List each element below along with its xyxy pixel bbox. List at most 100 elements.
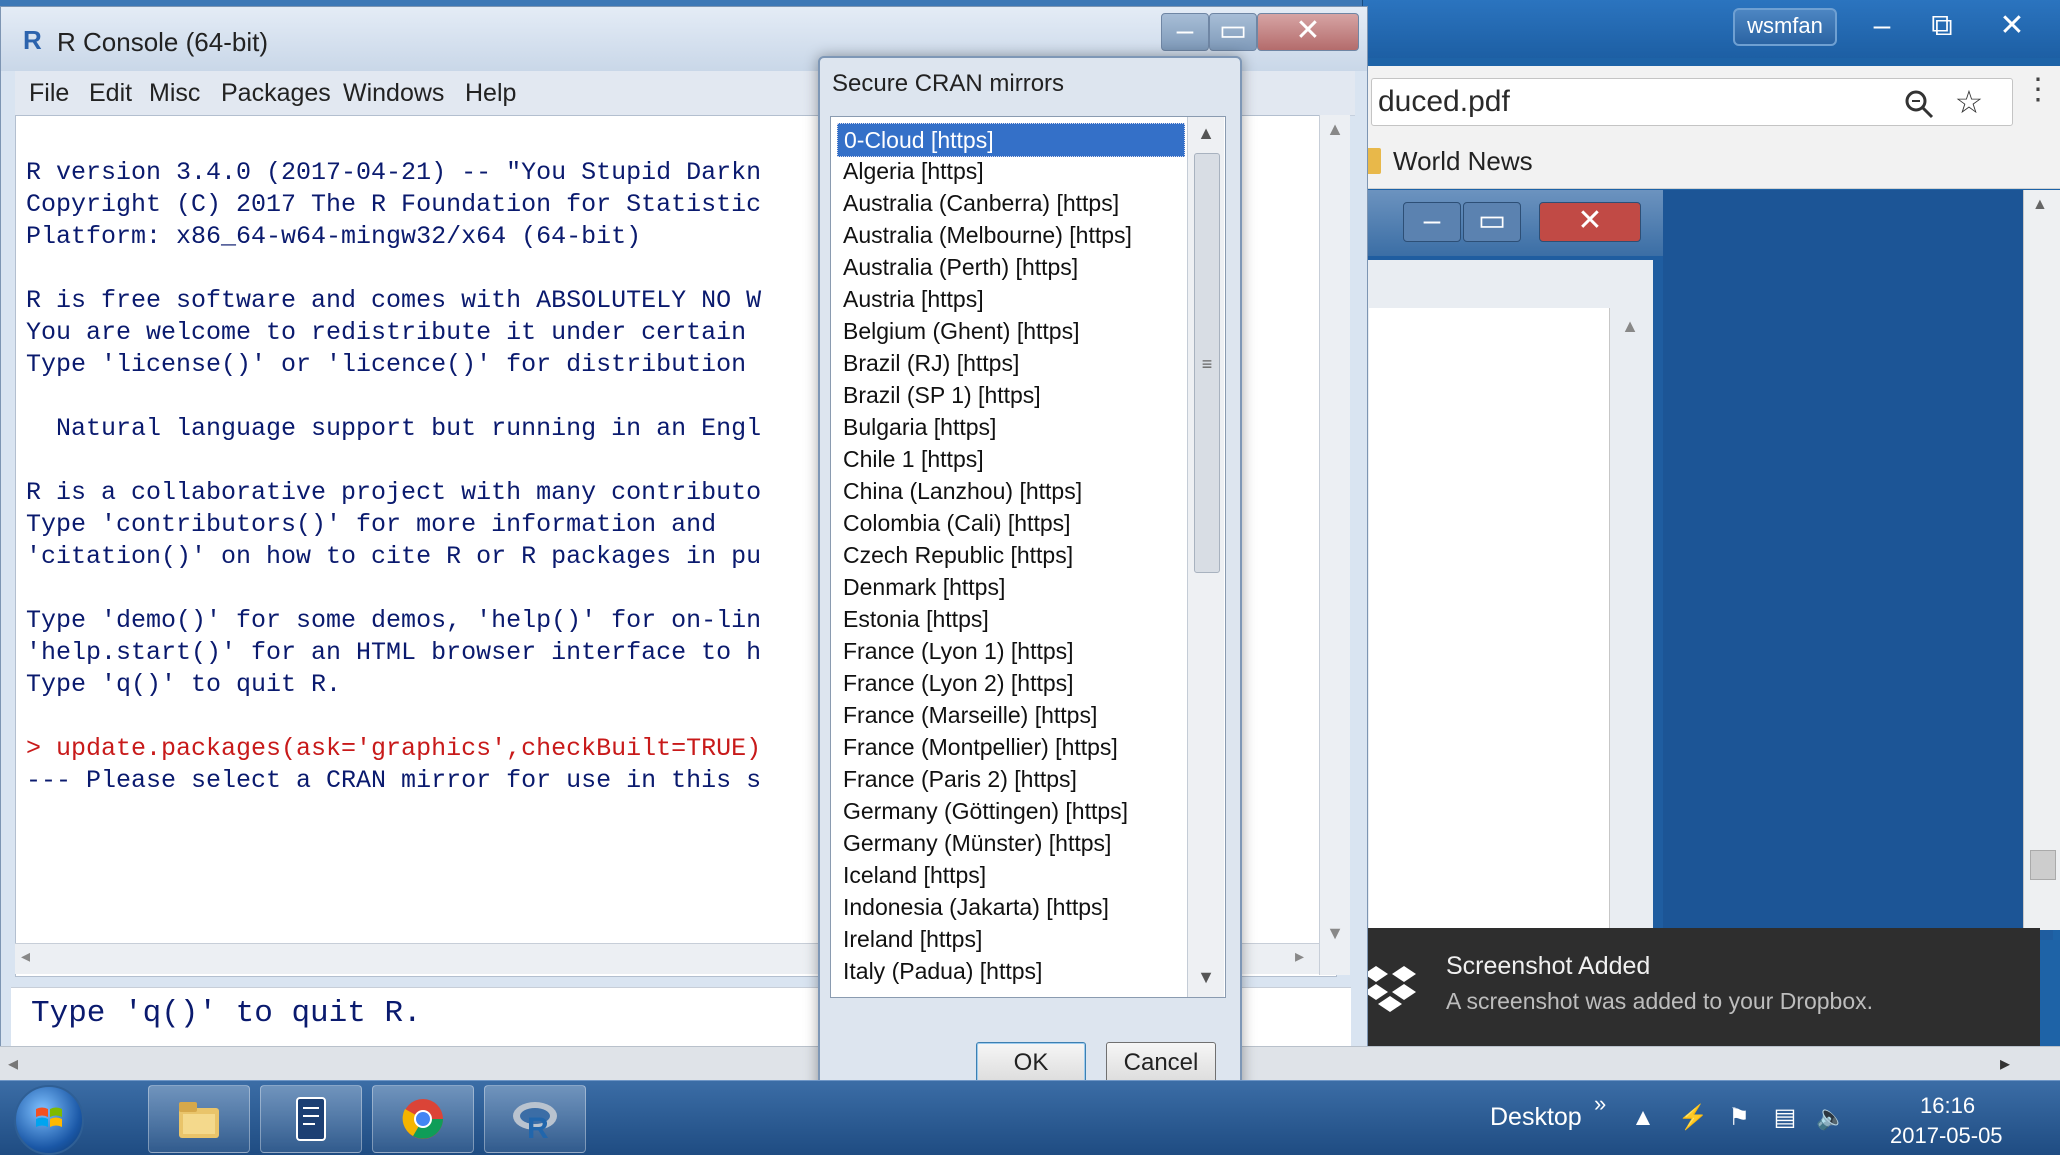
menu-help[interactable]: Help	[465, 79, 516, 108]
bookmark-star-icon[interactable]: ☆	[1952, 85, 1986, 119]
mirror-list-item[interactable]: Colombia (Cali) [https]	[837, 507, 1183, 539]
mirror-list-item[interactable]: Denmark [https]	[837, 571, 1183, 603]
scroll-thumb[interactable]	[2030, 850, 2056, 880]
scroll-down-arrow-icon[interactable]: ▼	[1196, 967, 1216, 988]
mirror-list-item[interactable]: Germany (Münster) [https]	[837, 827, 1183, 859]
mirror-list-item[interactable]: France (Paris 2) [https]	[837, 763, 1183, 795]
notepad-icon	[296, 1097, 326, 1141]
console-line: Type 'contributors()' for more informati…	[26, 510, 717, 539]
pdf-dark-panel	[1663, 190, 2053, 930]
mirror-list-item[interactable]: France (Montpellier) [https]	[837, 731, 1183, 763]
r-logo-icon: R	[23, 25, 42, 55]
minimize-button[interactable]: –	[1161, 13, 1209, 51]
scroll-up-arrow-icon[interactable]: ▲	[1324, 119, 1346, 140]
windows-logo-icon	[36, 1107, 62, 1127]
mirror-list-item[interactable]: Italy (Padua) [https]	[837, 955, 1183, 987]
ok-button[interactable]: OK	[976, 1042, 1086, 1084]
cancel-button[interactable]: Cancel	[1106, 1042, 1216, 1084]
volume-icon[interactable]: 🔈	[1816, 1103, 1846, 1133]
pdf-maximize-button[interactable]: ▭	[1463, 202, 1521, 242]
scroll-left-arrow-icon[interactable]: ◂	[8, 1051, 18, 1076]
menu-windows[interactable]: Windows	[343, 79, 444, 108]
mirror-list-item[interactable]: Ireland [https]	[837, 923, 1183, 955]
browser-restore-button[interactable]: ⧉	[1913, 8, 1971, 44]
mirror-list-scrollbar[interactable]: ▲ ≡ ▼	[1187, 117, 1224, 997]
mirror-list: 0-Cloud [https] Algeria [https] Australia …	[831, 117, 1187, 997]
mirror-list-item[interactable]: Czech Republic [https]	[837, 539, 1183, 571]
mirror-list-item[interactable]: Brazil (SP 1) [https]	[837, 379, 1183, 411]
show-hidden-icons-icon[interactable]: ▲	[1628, 1103, 1658, 1133]
taskbar-chrome[interactable]	[372, 1085, 474, 1153]
console-line: Type 'demo()' for some demos, 'help()' f…	[26, 606, 762, 635]
clock-time[interactable]: 16:16	[1920, 1093, 1975, 1119]
browser-minimize-button[interactable]: –	[1853, 8, 1911, 44]
mirror-list-item[interactable]: Estonia [https]	[837, 603, 1183, 635]
mirror-list-item[interactable]: Chile 1 [https]	[837, 443, 1183, 475]
scroll-thumb[interactable]: ≡	[1194, 153, 1220, 573]
console-line: Type 'q()' to quit R.	[26, 670, 342, 699]
mirror-list-item[interactable]: 0-Cloud [https]	[837, 123, 1185, 157]
pdf-close-button[interactable]: ✕	[1539, 202, 1641, 242]
menu-packages[interactable]: Packages	[221, 79, 331, 108]
mirror-list-item[interactable]: China (Lanzhou) [https]	[837, 475, 1183, 507]
taskbar-notepad-plus[interactable]	[260, 1085, 362, 1153]
mirror-list-item[interactable]: Algeria [https]	[837, 155, 1183, 187]
close-button[interactable]: ✕	[1257, 13, 1359, 51]
browser-vertical-scrollbar[interactable]: ▲	[2023, 190, 2060, 930]
menu-file[interactable]: File	[29, 79, 69, 108]
mirror-list-item[interactable]: Indonesia (Jakarta) [https]	[837, 891, 1183, 923]
chevron-icon[interactable]: »	[1594, 1091, 1606, 1117]
scroll-right-arrow-icon[interactable]: ▸	[1295, 946, 1304, 967]
browser-close-button[interactable]: ✕	[1983, 8, 2041, 44]
echo-text: Type 'q()' to quit R.	[31, 996, 422, 1031]
menu-edit[interactable]: Edit	[89, 79, 132, 108]
mirror-list-item[interactable]: Iceland [https]	[837, 859, 1183, 891]
mirror-list-item[interactable]: France (Lyon 1) [https]	[837, 635, 1183, 667]
mirror-list-item[interactable]: Germany (Göttingen) [https]	[837, 795, 1183, 827]
pdf-viewer-titlebar: – ▭ ✕	[1363, 190, 1663, 256]
network-icon[interactable]: ▤	[1770, 1103, 1800, 1133]
scroll-down-arrow-icon[interactable]: ▼	[1324, 923, 1346, 944]
flag-icon[interactable]: ⚑	[1724, 1103, 1754, 1133]
mirror-list-item[interactable]: Austria [https]	[837, 283, 1183, 315]
mirror-list-item[interactable]: Bulgaria [https]	[837, 411, 1183, 443]
start-button[interactable]	[14, 1085, 84, 1155]
folder-icon	[179, 1102, 219, 1138]
bookmark-world-news[interactable]: World News	[1393, 146, 1533, 177]
power-icon[interactable]: ⚡	[1678, 1103, 1708, 1133]
pdf-page	[1369, 308, 1610, 950]
mirror-list-item[interactable]: Australia (Perth) [https]	[837, 251, 1183, 283]
mirror-list-item[interactable]: Australia (Melbourne) [https]	[837, 219, 1183, 251]
address-bar[interactable]: duced.pdf ☆	[1371, 78, 2013, 126]
scroll-up-arrow-icon[interactable]: ▲	[1619, 316, 1641, 338]
mirror-list-item[interactable]: Belgium (Ghent) [https]	[837, 315, 1183, 347]
profile-badge[interactable]: wsmfan	[1733, 8, 1837, 46]
desktop-toolbar-label[interactable]: Desktop	[1490, 1103, 1582, 1132]
browser-menu-icon[interactable]: ⋮	[2023, 75, 2053, 105]
mirror-list-item[interactable]: France (Marseille) [https]	[837, 699, 1183, 731]
scroll-left-arrow-icon[interactable]: ◂	[21, 946, 30, 967]
console-vertical-scrollbar[interactable]: ▲ ▼	[1319, 115, 1350, 975]
scroll-right-arrow-icon[interactable]: ▸	[2000, 1051, 2010, 1076]
pdf-viewer-window: – ▭ ✕ ▲ ▲	[1363, 190, 2060, 950]
dropbox-notification[interactable]: Screenshot Added A screenshot was added …	[1334, 928, 2040, 1046]
zoom-icon[interactable]	[1902, 87, 1936, 121]
pdf-minimize-button[interactable]: –	[1403, 202, 1461, 242]
menu-misc[interactable]: Misc	[149, 79, 200, 108]
taskbar-file-explorer[interactable]	[148, 1085, 250, 1153]
taskbar: R Desktop » ▲ ⚡ ⚑ ▤ 🔈 16:16 2017-05-05	[0, 1080, 2060, 1155]
mirror-listbox[interactable]: 0-Cloud [https] Algeria [https] Australia …	[830, 116, 1226, 998]
mirror-list-item[interactable]: Australia (Canberra) [https]	[837, 187, 1183, 219]
console-command-line: > update.packages(ask='graphics',checkBu…	[26, 734, 762, 763]
clock-date[interactable]: 2017-05-05	[1890, 1123, 2003, 1149]
console-line: 'help.start()' for an HTML browser inter…	[26, 638, 762, 667]
scroll-up-arrow-icon[interactable]: ▲	[1196, 123, 1216, 144]
toast-body: A screenshot was added to your Dropbox.	[1446, 988, 1874, 1014]
window-title: R Console (64-bit)	[57, 27, 268, 57]
pdf-page-area: ▲	[1363, 260, 1653, 950]
maximize-button[interactable]: ▭	[1209, 13, 1257, 51]
mirror-list-item[interactable]: Brazil (RJ) [https]	[837, 347, 1183, 379]
taskbar-r-gui[interactable]: R	[484, 1085, 586, 1153]
mirror-list-item[interactable]: France (Lyon 2) [https]	[837, 667, 1183, 699]
scroll-up-arrow-icon[interactable]: ▲	[2032, 196, 2048, 214]
